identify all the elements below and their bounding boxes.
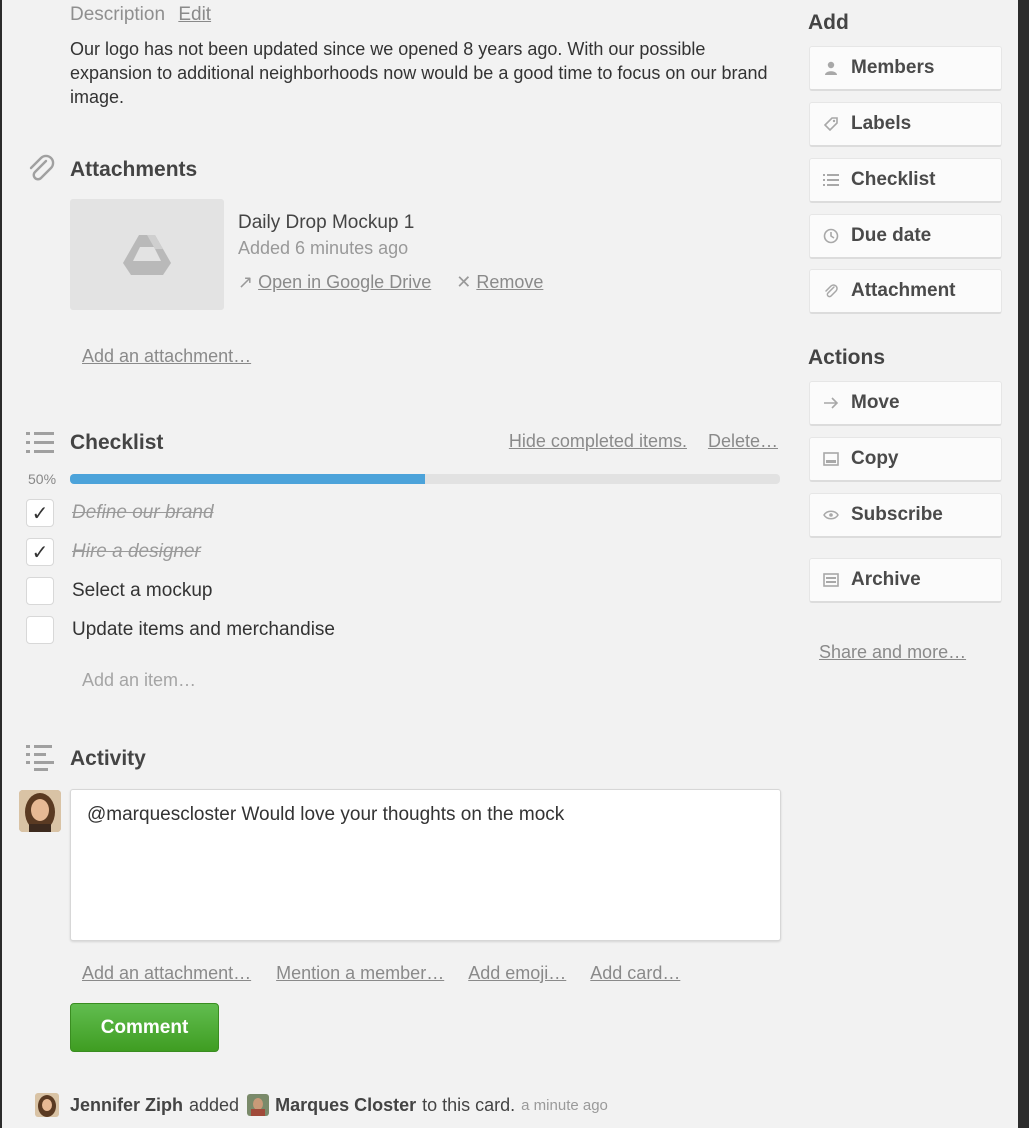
attachment-button[interactable]: Attachment [809, 269, 1002, 314]
due-date-label: Due date [851, 225, 932, 246]
external-link-icon: ↗︎ [238, 272, 254, 292]
description-text: Our logo has not been updated since we o… [70, 39, 768, 107]
avatar [19, 790, 61, 832]
add-attachment-link[interactable]: Add an attachment… [82, 346, 251, 367]
hide-completed-link[interactable]: Hide completed items. [509, 431, 687, 451]
add-emoji-link[interactable]: Add emoji… [468, 963, 566, 983]
google-drive-icon [123, 235, 171, 275]
checklist-progress-bar [70, 474, 780, 484]
add-checklist-item[interactable]: Add an item… [82, 670, 196, 691]
activity-actor[interactable]: Jennifer Ziph [70, 1095, 183, 1116]
subscribe-button[interactable]: Subscribe [809, 493, 1002, 538]
attachment-added-time: Added 6 minutes ago [238, 238, 409, 258]
checklist-item[interactable]: Select a mockup [26, 576, 212, 606]
share-and-more-link[interactable]: Share and more… [819, 642, 966, 663]
checklist-checkbox[interactable]: ✓ [26, 499, 54, 527]
avatar [35, 1093, 59, 1117]
checklist-item[interactable]: ✓ Define our brand [26, 498, 214, 528]
person-icon [822, 59, 840, 77]
due-date-button[interactable]: Due date [809, 214, 1002, 259]
attachment-name[interactable]: Daily Drop Mockup 1 [238, 212, 414, 234]
checklist-item[interactable]: Update items and merchandise [26, 615, 335, 645]
attachments-title: Attachments [70, 158, 198, 181]
activity-target[interactable]: Marques Closter [275, 1095, 416, 1116]
checklist-progress-fill [70, 474, 425, 484]
comment-input[interactable] [70, 789, 781, 941]
remove-attachment-link[interactable]: Remove [476, 272, 543, 292]
members-button[interactable]: Members [809, 46, 1002, 91]
add-card-link[interactable]: Add card… [590, 963, 680, 983]
actions-heading: Actions [808, 346, 886, 369]
copy-icon [822, 450, 840, 468]
add-heading: Add [808, 11, 849, 34]
delete-checklist-link[interactable]: Delete… [708, 431, 778, 451]
clock-icon [822, 227, 840, 245]
paperclip-icon [24, 152, 58, 186]
checklist-title: Checklist [70, 431, 164, 454]
description-header: Description Edit [70, 4, 211, 26]
comment-add-attachment-link[interactable]: Add an attachment… [82, 963, 251, 983]
checklist-percent: 50% [28, 471, 57, 487]
checklist-actions: Hide completed items. Delete… [509, 431, 778, 452]
checklist-label: Checklist [851, 169, 936, 190]
move-button[interactable]: Move [809, 381, 1002, 426]
checklist-checkbox[interactable] [26, 616, 54, 644]
tag-icon [822, 115, 840, 133]
copy-label: Copy [851, 448, 899, 469]
activity-icon [24, 741, 58, 775]
paperclip-icon [822, 282, 840, 300]
labels-label: Labels [851, 113, 912, 134]
open-in-drive-action[interactable]: ↗︎ Open in Google Drive [238, 272, 436, 292]
activity-log-entry: Jennifer Ziph added Marques Closter to t… [35, 1093, 608, 1117]
checklist-icon [24, 426, 58, 460]
card-detail-panel: Description Edit Our logo has not been u… [2, 0, 1018, 1128]
attachment-thumbnail[interactable] [70, 199, 224, 310]
checklist-item[interactable]: ✓ Hire a designer [26, 537, 201, 567]
activity-title: Activity [70, 747, 146, 770]
checklist-item-text[interactable]: Define our brand [72, 502, 214, 524]
checklist-item-text[interactable]: Hire a designer [72, 541, 201, 563]
copy-button[interactable]: Copy [809, 437, 1002, 482]
eye-icon [822, 506, 840, 524]
checklist-button[interactable]: Checklist [809, 158, 1002, 203]
checkmark-icon: ✓ [31, 541, 49, 564]
remove-attachment-action[interactable]: ✕ Remove [456, 272, 543, 292]
activity-suffix: to this card. [422, 1094, 516, 1115]
activity-verb: added [189, 1094, 240, 1115]
subscribe-label: Subscribe [851, 504, 943, 525]
members-label: Members [851, 57, 935, 78]
checklist-item-text[interactable]: Update items and merchandise [72, 619, 335, 641]
checkmark-icon: ✓ [31, 502, 49, 525]
checklist-checkbox[interactable]: ✓ [26, 538, 54, 566]
mention-member-link[interactable]: Mention a member… [276, 963, 444, 983]
comment-button[interactable]: Comment [70, 1003, 219, 1052]
archive-button[interactable]: Archive [809, 558, 1002, 603]
attachment-actions: ↗︎ Open in Google Drive ✕ Remove [238, 272, 563, 293]
open-in-drive-link[interactable]: Open in Google Drive [258, 272, 431, 292]
description-label: Description [70, 4, 166, 25]
activity-time[interactable]: a minute ago [521, 1097, 608, 1114]
avatar [247, 1094, 270, 1116]
archive-icon [822, 571, 840, 589]
archive-label: Archive [851, 569, 921, 590]
list-icon [822, 171, 840, 189]
labels-button[interactable]: Labels [809, 102, 1002, 147]
edit-description-link[interactable]: Edit [178, 4, 211, 25]
close-icon: ✕ [456, 272, 472, 292]
comment-options: Add an attachment… Mention a member… Add… [82, 963, 700, 984]
arrow-right-icon [822, 394, 840, 412]
checklist-item-text[interactable]: Select a mockup [72, 580, 212, 602]
move-label: Move [851, 392, 900, 413]
attachment-label: Attachment [851, 280, 956, 301]
checklist-checkbox[interactable] [26, 577, 54, 605]
